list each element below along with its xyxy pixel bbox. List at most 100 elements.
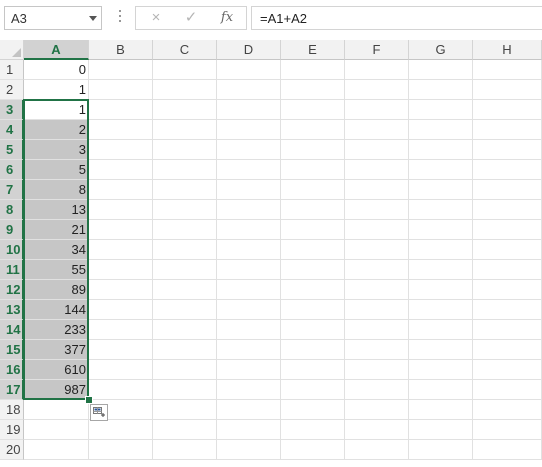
cell-g7[interactable] [409, 180, 473, 200]
row-header-11[interactable]: 11 [0, 260, 24, 280]
cell-c6[interactable] [153, 160, 217, 180]
cell-f7[interactable] [345, 180, 409, 200]
cell-b1[interactable] [89, 60, 153, 80]
cell-g8[interactable] [409, 200, 473, 220]
cell-b11[interactable] [89, 260, 153, 280]
cell-b9[interactable] [89, 220, 153, 240]
cell-c18[interactable] [153, 400, 217, 420]
cell-d10[interactable] [217, 240, 281, 260]
cell-f12[interactable] [345, 280, 409, 300]
row-header-9[interactable]: 9 [0, 220, 24, 240]
row-header-12[interactable]: 12 [0, 280, 24, 300]
cell-h4[interactable] [473, 120, 542, 140]
cell-d4[interactable] [217, 120, 281, 140]
row-header-18[interactable]: 18 [0, 400, 24, 420]
cell-a13[interactable]: 144 [24, 300, 89, 320]
cell-a3[interactable]: 1 [24, 100, 89, 120]
cell-b4[interactable] [89, 120, 153, 140]
cell-c9[interactable] [153, 220, 217, 240]
cell-c7[interactable] [153, 180, 217, 200]
cell-h5[interactable] [473, 140, 542, 160]
column-header-a[interactable]: A [24, 40, 89, 60]
cell-g13[interactable] [409, 300, 473, 320]
row-header-15[interactable]: 15 [0, 340, 24, 360]
cell-c1[interactable] [153, 60, 217, 80]
cell-d11[interactable] [217, 260, 281, 280]
cell-a4[interactable]: 2 [24, 120, 89, 140]
quick-analysis-button[interactable] [90, 404, 108, 421]
cell-g11[interactable] [409, 260, 473, 280]
cell-g5[interactable] [409, 140, 473, 160]
cell-f15[interactable] [345, 340, 409, 360]
cell-a17[interactable]: 987 [24, 380, 89, 400]
cell-f2[interactable] [345, 80, 409, 100]
cell-f11[interactable] [345, 260, 409, 280]
cell-e14[interactable] [281, 320, 345, 340]
cell-g14[interactable] [409, 320, 473, 340]
cell-b2[interactable] [89, 80, 153, 100]
cell-e6[interactable] [281, 160, 345, 180]
cell-d15[interactable] [217, 340, 281, 360]
cell-a18[interactable] [24, 400, 89, 420]
cell-h2[interactable] [473, 80, 542, 100]
column-header-h[interactable]: H [473, 40, 542, 60]
cell-e12[interactable] [281, 280, 345, 300]
cell-f6[interactable] [345, 160, 409, 180]
cell-a15[interactable]: 377 [24, 340, 89, 360]
cell-c2[interactable] [153, 80, 217, 100]
column-header-d[interactable]: D [217, 40, 281, 60]
more-options-icon[interactable] [118, 9, 122, 23]
cell-e19[interactable] [281, 420, 345, 440]
cell-d17[interactable] [217, 380, 281, 400]
cell-g18[interactable] [409, 400, 473, 420]
cell-e18[interactable] [281, 400, 345, 420]
cell-a10[interactable]: 34 [24, 240, 89, 260]
cell-e10[interactable] [281, 240, 345, 260]
cell-h16[interactable] [473, 360, 542, 380]
column-header-c[interactable]: C [153, 40, 217, 60]
cell-f16[interactable] [345, 360, 409, 380]
name-box[interactable]: A3 [4, 6, 102, 30]
cell-e3[interactable] [281, 100, 345, 120]
row-header-14[interactable]: 14 [0, 320, 24, 340]
cell-e15[interactable] [281, 340, 345, 360]
cell-a1[interactable]: 0 [24, 60, 89, 80]
cell-d18[interactable] [217, 400, 281, 420]
cell-b20[interactable] [89, 440, 153, 460]
row-header-5[interactable]: 5 [0, 140, 24, 160]
cell-f20[interactable] [345, 440, 409, 460]
cell-b3[interactable] [89, 100, 153, 120]
cell-f8[interactable] [345, 200, 409, 220]
cell-h19[interactable] [473, 420, 542, 440]
cell-h1[interactable] [473, 60, 542, 80]
cell-h20[interactable] [473, 440, 542, 460]
cell-f14[interactable] [345, 320, 409, 340]
cell-c8[interactable] [153, 200, 217, 220]
cell-a11[interactable]: 55 [24, 260, 89, 280]
row-header-19[interactable]: 19 [0, 420, 24, 440]
cell-a12[interactable]: 89 [24, 280, 89, 300]
cancel-icon[interactable]: × [138, 7, 174, 29]
cell-h7[interactable] [473, 180, 542, 200]
cell-c20[interactable] [153, 440, 217, 460]
cell-e20[interactable] [281, 440, 345, 460]
row-header-1[interactable]: 1 [0, 60, 24, 80]
cell-g1[interactable] [409, 60, 473, 80]
cell-c19[interactable] [153, 420, 217, 440]
cell-b7[interactable] [89, 180, 153, 200]
cell-f1[interactable] [345, 60, 409, 80]
chevron-down-icon[interactable] [89, 16, 97, 21]
cell-h17[interactable] [473, 380, 542, 400]
cell-a6[interactable]: 5 [24, 160, 89, 180]
cell-f5[interactable] [345, 140, 409, 160]
cell-b15[interactable] [89, 340, 153, 360]
cell-g16[interactable] [409, 360, 473, 380]
cell-g19[interactable] [409, 420, 473, 440]
cell-h10[interactable] [473, 240, 542, 260]
cell-g15[interactable] [409, 340, 473, 360]
cell-g10[interactable] [409, 240, 473, 260]
cell-d1[interactable] [217, 60, 281, 80]
cell-f10[interactable] [345, 240, 409, 260]
cell-d9[interactable] [217, 220, 281, 240]
cell-b19[interactable] [89, 420, 153, 440]
